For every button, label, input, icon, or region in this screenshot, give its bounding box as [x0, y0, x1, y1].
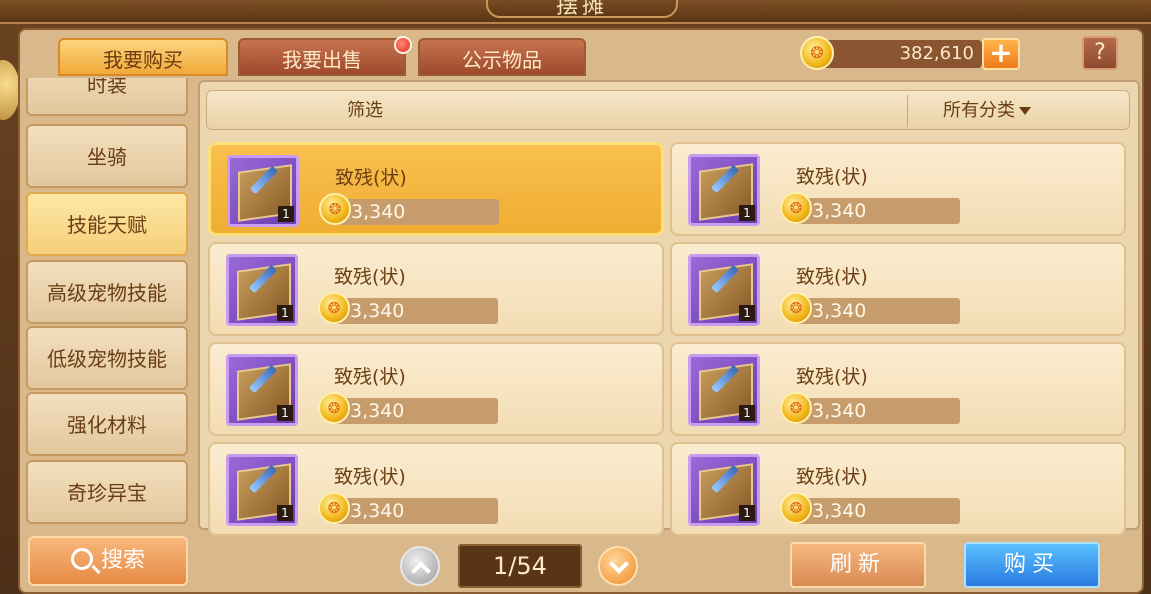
sidebar-item-mount[interactable]: 坐骑	[26, 124, 188, 188]
skill-book-icon: 1	[226, 454, 298, 526]
item-name: 致残(状)	[334, 466, 406, 488]
item-card[interactable]: 1 致残(状) ❂ 3,340	[208, 142, 664, 236]
item-count: 1	[739, 305, 755, 321]
sidebar-item-enhance-material[interactable]: 强化材料	[26, 392, 188, 456]
currency-amount: 382,610	[820, 40, 982, 68]
item-price: 3,340	[350, 500, 405, 522]
sidebar-item-treasure[interactable]: 奇珍异宝	[26, 460, 188, 524]
skill-book-icon: 1	[227, 155, 299, 227]
item-name: 致残(状)	[796, 466, 868, 488]
tab-public-items[interactable]: 公示物品	[418, 38, 586, 76]
item-count: 1	[277, 405, 293, 421]
item-name: 致残(状)	[335, 167, 407, 189]
gold-coin-icon: ❂	[780, 192, 812, 224]
sidebar-item-skill-talent[interactable]: 技能天赋	[26, 192, 188, 256]
left-ornament	[0, 60, 20, 120]
tab-buy[interactable]: 我要购买	[58, 38, 228, 76]
gold-coin-icon: ❂	[318, 492, 350, 524]
item-card[interactable]: 1 致残(状) ❂ 3,340	[670, 142, 1126, 236]
skill-book-icon: 1	[226, 354, 298, 426]
page-up-button[interactable]	[400, 546, 440, 586]
item-card[interactable]: 1 致残(状) ❂ 3,340	[208, 242, 664, 336]
category-label: 所有分类	[943, 100, 1015, 121]
item-card[interactable]: 1 致残(状) ❂ 3,340	[208, 342, 664, 436]
window-title: 摆摊	[486, 0, 678, 19]
item-name: 致残(状)	[334, 366, 406, 388]
notification-dot	[394, 36, 412, 54]
add-currency-button[interactable]: +	[982, 38, 1020, 70]
item-count: 1	[739, 405, 755, 421]
tab-buy-label: 我要购买	[103, 48, 183, 72]
item-price: 3,340	[350, 400, 405, 422]
page-down-button[interactable]	[598, 546, 638, 586]
tab-public-label: 公示物品	[462, 48, 542, 72]
item-count: 1	[278, 206, 294, 222]
item-price: 3,340	[812, 200, 867, 222]
currency-display: 382,610 ❂ +	[800, 36, 1022, 70]
filter-bar: 筛选 所有分类	[206, 90, 1130, 130]
sidebar-item-advanced-pet-skill[interactable]: 高级宠物技能	[26, 260, 188, 324]
skill-book-icon: 1	[688, 154, 760, 226]
gold-coin-icon: ❂	[318, 292, 350, 324]
gold-coin-icon: ❂	[780, 392, 812, 424]
item-card[interactable]: 1 致残(状) ❂ 3,340	[670, 242, 1126, 336]
item-price: 3,340	[350, 300, 405, 322]
tab-sell[interactable]: 我要出售	[238, 36, 412, 76]
game-window: 摆摊 我要购买 我要出售 公示物品 382,610 ❂ + ? 时装 坐骑 技能…	[0, 0, 1151, 594]
skill-book-icon: 1	[688, 454, 760, 526]
item-price: 3,340	[812, 400, 867, 422]
item-list-panel: 筛选 所有分类 1 致残(状) ❂ 3,340 1 致残(状) ❂ 3,340 …	[198, 80, 1140, 536]
item-count: 1	[277, 305, 293, 321]
filter-divider	[907, 95, 908, 127]
item-count: 1	[739, 205, 755, 221]
item-name: 致残(状)	[796, 266, 868, 288]
item-card[interactable]: 1 致残(状) ❂ 3,340	[670, 442, 1126, 536]
skill-book-icon: 1	[226, 254, 298, 326]
item-name: 致残(状)	[796, 166, 868, 188]
item-price: 3,340	[812, 500, 867, 522]
skill-book-icon: 1	[688, 354, 760, 426]
gold-coin-icon: ❂	[780, 292, 812, 324]
skill-book-icon: 1	[688, 254, 760, 326]
item-card[interactable]: 1 致残(状) ❂ 3,340	[208, 442, 664, 536]
item-name: 致残(状)	[796, 366, 868, 388]
refresh-button[interactable]: 刷新	[790, 542, 926, 588]
gold-coin-icon: ❂	[800, 36, 834, 70]
chevron-down-icon	[609, 554, 629, 574]
gold-coin-icon: ❂	[319, 193, 351, 225]
chevron-up-icon	[411, 561, 431, 581]
buy-button[interactable]: 购买	[964, 542, 1100, 588]
search-button[interactable]: 搜索	[28, 536, 188, 586]
search-icon	[70, 548, 93, 570]
dropdown-arrow-icon	[1019, 107, 1031, 115]
item-price: 3,340	[812, 300, 867, 322]
item-count: 1	[739, 505, 755, 521]
sidebar-item-basic-pet-skill[interactable]: 低级宠物技能	[26, 326, 188, 390]
category-sidebar: 时装 坐骑 技能天赋 高级宠物技能 低级宠物技能 强化材料 奇珍异宝	[26, 78, 190, 528]
help-button[interactable]: ?	[1082, 36, 1118, 70]
sidebar-item-fashion[interactable]: 时装	[26, 78, 188, 116]
category-dropdown[interactable]: 所有分类	[943, 91, 1031, 131]
filter-button[interactable]: 筛选	[347, 91, 383, 131]
page-indicator: 1/54	[458, 544, 582, 588]
gold-coin-icon: ❂	[780, 492, 812, 524]
item-card[interactable]: 1 致残(状) ❂ 3,340	[670, 342, 1126, 436]
item-price: 3,340	[351, 201, 406, 223]
search-label: 搜索	[100, 548, 145, 573]
item-count: 1	[277, 505, 293, 521]
gold-coin-icon: ❂	[318, 392, 350, 424]
item-name: 致残(状)	[334, 266, 406, 288]
tab-sell-label: 我要出售	[282, 48, 362, 72]
